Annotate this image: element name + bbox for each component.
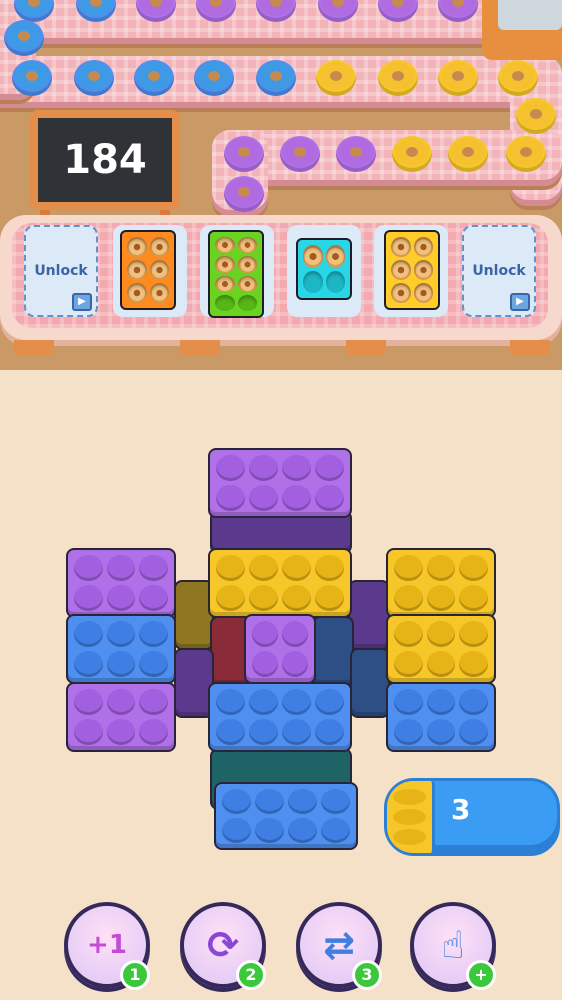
donut (316, 60, 356, 96)
level-chalkboard: 184 (30, 110, 180, 210)
block-covered (350, 648, 390, 718)
block-purple[interactable] (208, 448, 352, 518)
tray-yellow (384, 230, 440, 310)
booster-swap-button[interactable]: ⇄ 3 (296, 902, 382, 990)
donut (336, 136, 376, 172)
donut (516, 98, 556, 134)
donut (498, 60, 538, 96)
block-blue[interactable] (214, 782, 358, 850)
block-yellow[interactable] (386, 614, 496, 684)
shelf-foot (346, 340, 386, 356)
unlock-label: Unlock (472, 263, 526, 279)
donut (74, 60, 114, 96)
donut (224, 176, 264, 212)
booster-shuffle-button[interactable]: ⟳ 2 (180, 902, 266, 990)
donut (438, 60, 478, 96)
shelf-foot (510, 340, 550, 356)
unlock-label: Unlock (34, 263, 88, 279)
tray-cyan (296, 238, 352, 300)
block-covered (312, 616, 354, 686)
donut-shop-area: 184 Unlock ▶ Unlock ▶ (0, 0, 562, 370)
block-counter: 3 (384, 778, 560, 856)
block-purple[interactable] (244, 614, 316, 684)
video-ad-icon: ▶ (510, 293, 530, 311)
level-number: 184 (63, 137, 147, 183)
block-purple[interactable] (66, 548, 176, 618)
booster-count-badge: 1 (120, 960, 150, 990)
cash-register (482, 0, 562, 60)
tray-green (208, 230, 264, 318)
donut (194, 60, 234, 96)
booster-add-one-button[interactable]: +1 1 (64, 902, 150, 990)
donut (392, 136, 432, 172)
block-blue[interactable] (66, 614, 176, 684)
donut (256, 60, 296, 96)
donut (378, 60, 418, 96)
donut (4, 20, 44, 56)
block-purple[interactable] (66, 682, 176, 752)
donut (448, 136, 488, 172)
booster-count-badge: 3 (352, 960, 382, 990)
block-covered (348, 580, 390, 650)
donut (280, 136, 320, 172)
counter-value: 3 (451, 793, 471, 826)
block-yellow[interactable] (386, 548, 496, 618)
booster-add-badge: + (466, 960, 496, 990)
counter-block-icon (387, 781, 435, 853)
booster-hand-button[interactable]: ☝ + (410, 902, 496, 990)
block-yellow[interactable] (208, 548, 352, 618)
donut (506, 136, 546, 172)
shelf-foot (14, 340, 54, 356)
tray-orange (120, 230, 176, 310)
shelf-foot (180, 340, 220, 356)
block-blue[interactable] (386, 682, 496, 752)
booster-count-badge: 2 (236, 960, 266, 990)
locked-slot-left[interactable]: Unlock ▶ (24, 225, 98, 317)
donut (12, 60, 52, 96)
block-blue[interactable] (208, 682, 352, 752)
video-ad-icon: ▶ (72, 293, 92, 311)
donut (134, 60, 174, 96)
donut (224, 136, 264, 172)
locked-slot-right[interactable]: Unlock ▶ (462, 225, 536, 317)
